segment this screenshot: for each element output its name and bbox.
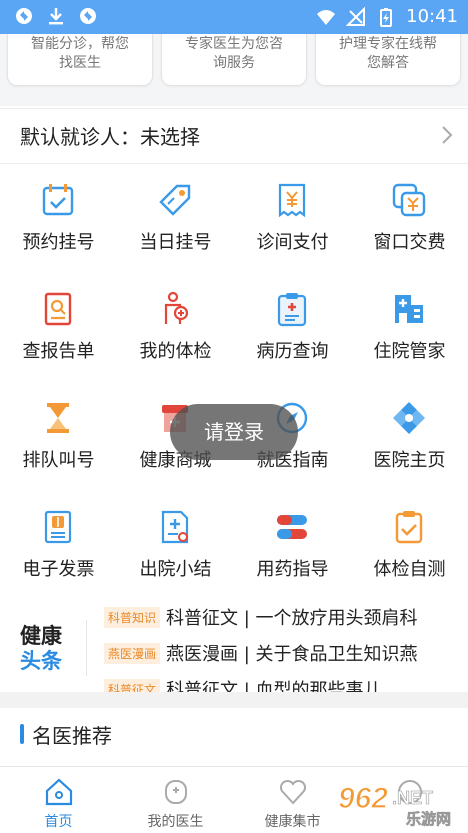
card-line1: 智能分诊，帮您 bbox=[31, 36, 129, 52]
watermark-suffix: .NET bbox=[392, 788, 433, 808]
tab-label: 首页 bbox=[44, 814, 73, 830]
grid-item-clinic-payment[interactable]: 诊间支付 bbox=[234, 164, 351, 273]
grid-item-queue[interactable]: 排队叫号 bbox=[0, 382, 117, 491]
grid-item-label: 体检自测 bbox=[373, 559, 446, 580]
tag-icon bbox=[159, 184, 191, 216]
card-line2: 询服务 bbox=[213, 55, 255, 71]
expert-consult-card[interactable]: 专家医生为您咨 询服务 bbox=[161, 34, 307, 86]
grid-item-label: 用药指导 bbox=[256, 559, 329, 580]
grid-item-medication-guide[interactable]: 用药指导 bbox=[234, 491, 351, 600]
grid-item-report[interactable]: 查报告单 bbox=[0, 273, 117, 382]
yen-window-icon bbox=[392, 183, 426, 217]
headline-text: 燕医漫画 | 关于食品卫生知识燕 bbox=[166, 644, 418, 665]
grid-item-my-checkup[interactable]: 我的体检 bbox=[117, 273, 234, 382]
grid-item-label: 当日挂号 bbox=[139, 232, 212, 253]
grid-item-inpatient[interactable]: 住院管家 bbox=[351, 273, 468, 382]
chevron-right-icon bbox=[442, 126, 453, 144]
tab-label: 我的医生 bbox=[147, 814, 204, 830]
headlines-logo: 健康 头条 bbox=[20, 624, 62, 673]
grid-item-label: 查报告单 bbox=[22, 341, 95, 362]
hourglass-icon bbox=[47, 403, 69, 433]
watermark-number: 962 bbox=[338, 782, 388, 815]
headline-text: 科普征文 | 一个放疗用头颈肩科 bbox=[166, 608, 418, 629]
health-headlines: 健康 头条 科普知识 科普征文 | 一个放疗用头颈肩科 燕医漫画 燕医漫画 | 关于… bbox=[0, 598, 468, 692]
grid-item-label: 预约挂号 bbox=[22, 232, 95, 253]
default-patient-row[interactable]: 默认就诊人：未选择 bbox=[0, 108, 468, 164]
card-line1: 专家医生为您咨 bbox=[185, 36, 283, 52]
grid-item-label: 我的体检 bbox=[139, 341, 212, 362]
grid-item-self-test[interactable]: 体检自测 bbox=[351, 491, 468, 600]
tab-home[interactable]: 首页 bbox=[0, 767, 117, 833]
hospital-cross-icon bbox=[393, 402, 425, 434]
card-line2: 找医生 bbox=[59, 55, 101, 71]
watermark-site: 乐游网 bbox=[406, 810, 451, 828]
receipt-yen-icon bbox=[278, 183, 306, 218]
smart-triage-card[interactable]: 智能分诊，帮您 找医生 bbox=[7, 34, 153, 86]
divider bbox=[86, 620, 87, 676]
home-icon bbox=[45, 778, 73, 806]
headline-tag: 科普征文 bbox=[104, 678, 161, 692]
sync-icon bbox=[16, 8, 32, 24]
grid-item-label: 医院主页 bbox=[373, 450, 446, 471]
wifi-icon bbox=[317, 9, 336, 25]
grid-item-discharge-summary[interactable]: 出院小结 bbox=[117, 491, 234, 600]
headline-tag: 燕医漫画 bbox=[104, 642, 161, 664]
medical-record-icon bbox=[277, 293, 307, 327]
grid-item-label: 诊间支付 bbox=[256, 232, 329, 253]
grid-item-medical-record[interactable]: 病历查询 bbox=[234, 273, 351, 382]
grid-item-label: 病历查询 bbox=[256, 341, 329, 362]
headline-item[interactable]: 科普征文 科普征文 | 血型的那些事儿 bbox=[104, 676, 382, 692]
nursing-expert-card[interactable]: 护理专家在线帮 您解答 bbox=[315, 34, 461, 86]
headline-text: 科普征文 | 血型的那些事儿 bbox=[166, 680, 382, 692]
sync-icon bbox=[80, 8, 96, 24]
login-toast: 请登录 bbox=[170, 404, 298, 460]
tab-my-doctor[interactable]: 我的医生 bbox=[117, 767, 234, 833]
hospital-building-icon bbox=[395, 295, 423, 323]
famous-doctors-section: 名医推荐 bbox=[0, 708, 468, 766]
grid-item-appointment[interactable]: 预约挂号 bbox=[0, 164, 117, 273]
grid-item-label: 窗口交费 bbox=[373, 232, 446, 253]
grid-item-label: 排队叫号 bbox=[22, 450, 95, 471]
status-time: 10:41 bbox=[406, 6, 458, 27]
grid-item-e-invoice[interactable]: 电子发票 bbox=[0, 491, 117, 600]
clipboard-check-icon bbox=[395, 511, 423, 544]
status-bar: 10:41 bbox=[0, 0, 468, 34]
discharge-summary-icon bbox=[161, 510, 189, 544]
doctor-icon bbox=[165, 780, 187, 804]
section-gap bbox=[0, 692, 468, 708]
default-patient-label: 默认就诊人：未选择 bbox=[20, 125, 200, 149]
report-search-icon bbox=[44, 292, 72, 326]
heart-icon bbox=[279, 779, 307, 805]
battery-charging-icon bbox=[380, 7, 393, 27]
headline-item[interactable]: 科普知识 科普征文 | 一个放疗用头颈肩科 bbox=[104, 604, 418, 632]
section-accent-bar bbox=[20, 724, 24, 744]
calendar-check-icon bbox=[42, 184, 74, 216]
headline-item[interactable]: 燕医漫画 燕医漫画 | 关于食品卫生知识燕 bbox=[104, 640, 418, 668]
grid-item-label: 电子发票 bbox=[22, 559, 95, 580]
section-title: 名医推荐 bbox=[32, 724, 112, 748]
card-line2: 您解答 bbox=[367, 55, 409, 71]
service-cards: 智能分诊，帮您 找医生 专家医生为您咨 询服务 护理专家在线帮 您解答 bbox=[0, 34, 468, 106]
headline-tag: 科普知识 bbox=[104, 606, 161, 628]
site-watermark: 962 .NET 乐游网 bbox=[337, 781, 451, 828]
no-signal-icon bbox=[346, 6, 366, 26]
person-checkup-icon bbox=[164, 291, 189, 324]
download-icon bbox=[49, 8, 63, 25]
pill-icon bbox=[277, 515, 307, 539]
grid-item-window-payment[interactable]: 窗口交费 bbox=[351, 164, 468, 273]
grid-item-label: 住院管家 bbox=[373, 341, 446, 362]
card-line1: 护理专家在线帮 bbox=[339, 36, 437, 52]
grid-item-same-day[interactable]: 当日挂号 bbox=[117, 164, 234, 273]
invoice-icon bbox=[44, 510, 72, 544]
grid-item-hospital-home[interactable]: 医院主页 bbox=[351, 382, 468, 491]
grid-item-label: 出院小结 bbox=[139, 559, 212, 580]
